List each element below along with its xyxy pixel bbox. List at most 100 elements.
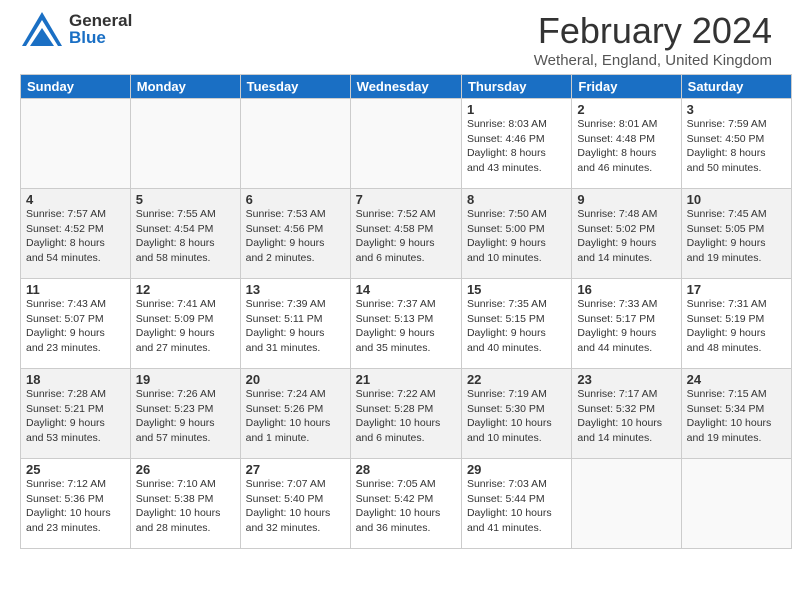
day-number: 25	[26, 462, 125, 477]
calendar-cell: 28Sunrise: 7:05 AM Sunset: 5:42 PM Dayli…	[350, 459, 461, 549]
day-number: 1	[467, 102, 566, 117]
calendar-cell: 21Sunrise: 7:22 AM Sunset: 5:28 PM Dayli…	[350, 369, 461, 459]
calendar-body: 1Sunrise: 8:03 AM Sunset: 4:46 PM Daylig…	[21, 99, 792, 549]
day-info: Sunrise: 7:55 AM Sunset: 4:54 PM Dayligh…	[136, 207, 235, 266]
calendar-cell: 16Sunrise: 7:33 AM Sunset: 5:17 PM Dayli…	[572, 279, 681, 369]
calendar-cell	[130, 99, 240, 189]
day-info: Sunrise: 7:39 AM Sunset: 5:11 PM Dayligh…	[246, 297, 345, 356]
calendar-cell: 18Sunrise: 7:28 AM Sunset: 5:21 PM Dayli…	[21, 369, 131, 459]
calendar-cell: 17Sunrise: 7:31 AM Sunset: 5:19 PM Dayli…	[681, 279, 791, 369]
day-info: Sunrise: 7:57 AM Sunset: 4:52 PM Dayligh…	[26, 207, 125, 266]
day-info: Sunrise: 7:22 AM Sunset: 5:28 PM Dayligh…	[356, 387, 456, 446]
calendar-header-thursday: Thursday	[461, 75, 571, 99]
calendar-cell: 1Sunrise: 8:03 AM Sunset: 4:46 PM Daylig…	[461, 99, 571, 189]
day-info: Sunrise: 7:59 AM Sunset: 4:50 PM Dayligh…	[687, 117, 786, 176]
day-number: 6	[246, 192, 345, 207]
day-number: 14	[356, 282, 456, 297]
calendar-cell: 20Sunrise: 7:24 AM Sunset: 5:26 PM Dayli…	[240, 369, 350, 459]
page-header: General Blue February 2024 Wetheral, Eng…	[0, 0, 792, 74]
day-number: 24	[687, 372, 786, 387]
logo-icon	[20, 10, 65, 48]
day-info: Sunrise: 7:50 AM Sunset: 5:00 PM Dayligh…	[467, 207, 566, 266]
day-number: 18	[26, 372, 125, 387]
day-number: 2	[577, 102, 675, 117]
calendar-cell: 15Sunrise: 7:35 AM Sunset: 5:15 PM Dayli…	[461, 279, 571, 369]
calendar-wrapper: SundayMondayTuesdayWednesdayThursdayFrid…	[0, 74, 792, 554]
calendar-cell	[681, 459, 791, 549]
day-number: 4	[26, 192, 125, 207]
calendar-cell: 19Sunrise: 7:26 AM Sunset: 5:23 PM Dayli…	[130, 369, 240, 459]
day-info: Sunrise: 8:03 AM Sunset: 4:46 PM Dayligh…	[467, 117, 566, 176]
title-area: February 2024 Wetheral, England, United …	[534, 10, 772, 69]
day-number: 28	[356, 462, 456, 477]
day-number: 8	[467, 192, 566, 207]
calendar-cell	[350, 99, 461, 189]
calendar-cell: 11Sunrise: 7:43 AM Sunset: 5:07 PM Dayli…	[21, 279, 131, 369]
calendar-header-tuesday: Tuesday	[240, 75, 350, 99]
day-info: Sunrise: 7:53 AM Sunset: 4:56 PM Dayligh…	[246, 207, 345, 266]
logo: General Blue	[20, 10, 132, 48]
day-info: Sunrise: 8:01 AM Sunset: 4:48 PM Dayligh…	[577, 117, 675, 176]
day-info: Sunrise: 7:35 AM Sunset: 5:15 PM Dayligh…	[467, 297, 566, 356]
calendar-cell: 3Sunrise: 7:59 AM Sunset: 4:50 PM Daylig…	[681, 99, 791, 189]
day-number: 10	[687, 192, 786, 207]
calendar-header-sunday: Sunday	[21, 75, 131, 99]
day-number: 12	[136, 282, 235, 297]
day-number: 20	[246, 372, 345, 387]
logo-text: General Blue	[69, 12, 132, 46]
day-number: 22	[467, 372, 566, 387]
day-info: Sunrise: 7:03 AM Sunset: 5:44 PM Dayligh…	[467, 477, 566, 536]
month-title: February 2024	[534, 10, 772, 52]
day-number: 11	[26, 282, 125, 297]
calendar-week-1: 1Sunrise: 8:03 AM Sunset: 4:46 PM Daylig…	[21, 99, 792, 189]
day-number: 29	[467, 462, 566, 477]
day-info: Sunrise: 7:12 AM Sunset: 5:36 PM Dayligh…	[26, 477, 125, 536]
day-number: 3	[687, 102, 786, 117]
calendar-cell	[572, 459, 681, 549]
day-info: Sunrise: 7:07 AM Sunset: 5:40 PM Dayligh…	[246, 477, 345, 536]
day-info: Sunrise: 7:17 AM Sunset: 5:32 PM Dayligh…	[577, 387, 675, 446]
day-info: Sunrise: 7:19 AM Sunset: 5:30 PM Dayligh…	[467, 387, 566, 446]
logo-blue: Blue	[69, 29, 132, 46]
calendar-week-3: 11Sunrise: 7:43 AM Sunset: 5:07 PM Dayli…	[21, 279, 792, 369]
calendar-cell: 27Sunrise: 7:07 AM Sunset: 5:40 PM Dayli…	[240, 459, 350, 549]
calendar-cell: 24Sunrise: 7:15 AM Sunset: 5:34 PM Dayli…	[681, 369, 791, 459]
day-number: 23	[577, 372, 675, 387]
day-number: 26	[136, 462, 235, 477]
day-info: Sunrise: 7:26 AM Sunset: 5:23 PM Dayligh…	[136, 387, 235, 446]
day-info: Sunrise: 7:28 AM Sunset: 5:21 PM Dayligh…	[26, 387, 125, 446]
calendar-cell	[21, 99, 131, 189]
calendar-cell: 25Sunrise: 7:12 AM Sunset: 5:36 PM Dayli…	[21, 459, 131, 549]
day-number: 21	[356, 372, 456, 387]
day-info: Sunrise: 7:10 AM Sunset: 5:38 PM Dayligh…	[136, 477, 235, 536]
calendar-cell: 2Sunrise: 8:01 AM Sunset: 4:48 PM Daylig…	[572, 99, 681, 189]
day-info: Sunrise: 7:52 AM Sunset: 4:58 PM Dayligh…	[356, 207, 456, 266]
day-info: Sunrise: 7:15 AM Sunset: 5:34 PM Dayligh…	[687, 387, 786, 446]
day-info: Sunrise: 7:33 AM Sunset: 5:17 PM Dayligh…	[577, 297, 675, 356]
calendar-cell: 26Sunrise: 7:10 AM Sunset: 5:38 PM Dayli…	[130, 459, 240, 549]
calendar-header-monday: Monday	[130, 75, 240, 99]
calendar-cell	[240, 99, 350, 189]
day-info: Sunrise: 7:45 AM Sunset: 5:05 PM Dayligh…	[687, 207, 786, 266]
calendar-header-wednesday: Wednesday	[350, 75, 461, 99]
calendar-cell: 7Sunrise: 7:52 AM Sunset: 4:58 PM Daylig…	[350, 189, 461, 279]
calendar-cell: 12Sunrise: 7:41 AM Sunset: 5:09 PM Dayli…	[130, 279, 240, 369]
calendar-table: SundayMondayTuesdayWednesdayThursdayFrid…	[20, 74, 792, 549]
calendar-cell: 5Sunrise: 7:55 AM Sunset: 4:54 PM Daylig…	[130, 189, 240, 279]
calendar-cell: 4Sunrise: 7:57 AM Sunset: 4:52 PM Daylig…	[21, 189, 131, 279]
calendar-cell: 10Sunrise: 7:45 AM Sunset: 5:05 PM Dayli…	[681, 189, 791, 279]
logo-general: General	[69, 12, 132, 29]
calendar-cell: 23Sunrise: 7:17 AM Sunset: 5:32 PM Dayli…	[572, 369, 681, 459]
day-number: 19	[136, 372, 235, 387]
day-number: 16	[577, 282, 675, 297]
calendar-cell: 29Sunrise: 7:03 AM Sunset: 5:44 PM Dayli…	[461, 459, 571, 549]
day-info: Sunrise: 7:41 AM Sunset: 5:09 PM Dayligh…	[136, 297, 235, 356]
calendar-cell: 8Sunrise: 7:50 AM Sunset: 5:00 PM Daylig…	[461, 189, 571, 279]
day-number: 15	[467, 282, 566, 297]
calendar-week-5: 25Sunrise: 7:12 AM Sunset: 5:36 PM Dayli…	[21, 459, 792, 549]
day-number: 7	[356, 192, 456, 207]
day-number: 13	[246, 282, 345, 297]
calendar-header-row: SundayMondayTuesdayWednesdayThursdayFrid…	[21, 75, 792, 99]
day-info: Sunrise: 7:37 AM Sunset: 5:13 PM Dayligh…	[356, 297, 456, 356]
calendar-header-friday: Friday	[572, 75, 681, 99]
